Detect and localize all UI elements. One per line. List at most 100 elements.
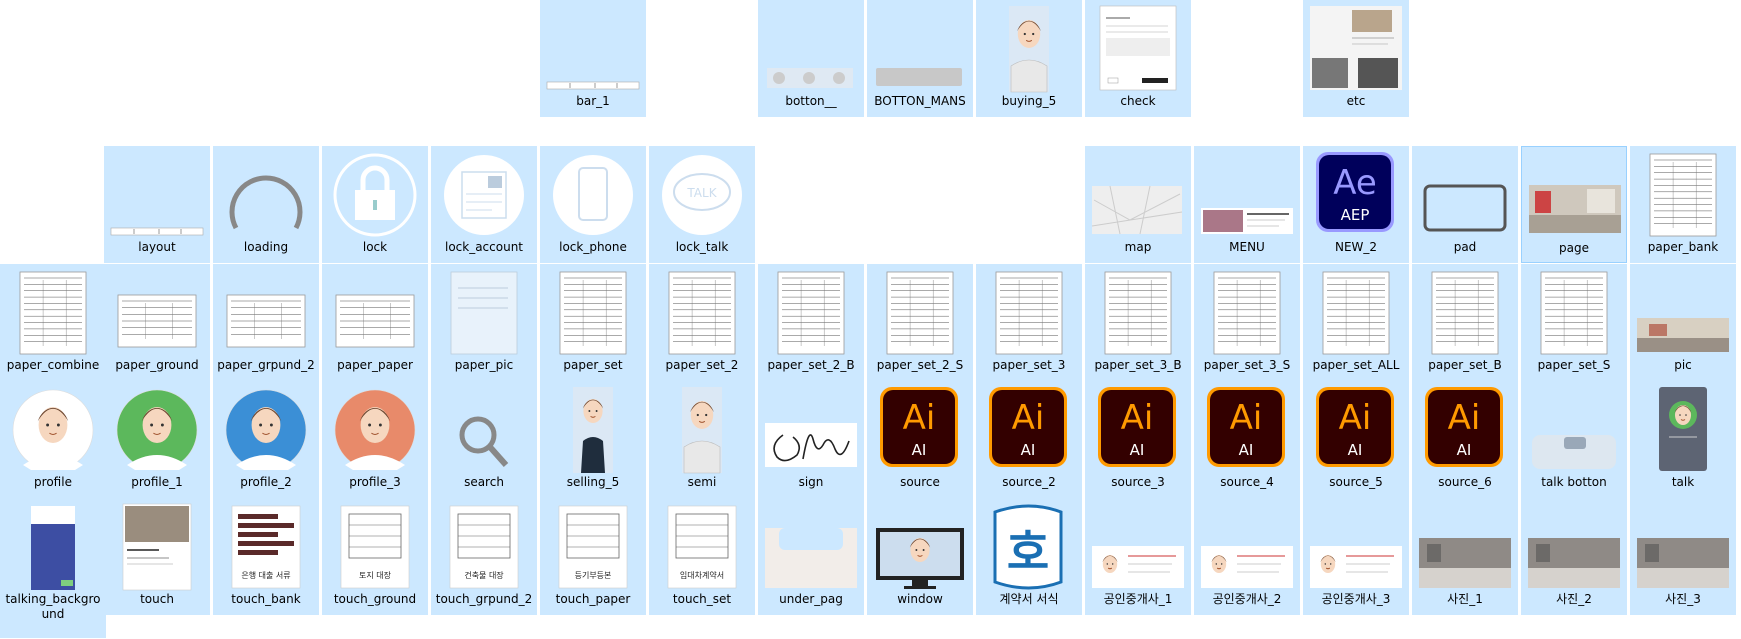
file-item[interactable]: MENU	[1194, 146, 1300, 263]
file-item[interactable]: paper_set_2_S	[867, 264, 973, 381]
file-item[interactable]: buying_5	[976, 0, 1082, 117]
file-item[interactable]: paper_set_2	[649, 264, 755, 381]
file-item[interactable]: paper_ground	[104, 264, 210, 381]
file-item[interactable]: paper_set_3_S	[1194, 264, 1300, 381]
file-item[interactable]: Ai AI source_3	[1085, 381, 1191, 498]
file-name-label: semi	[687, 475, 717, 489]
file-item[interactable]: TALK lock_talk	[649, 146, 755, 263]
file-item[interactable]: Ae AEP NEW_2	[1303, 146, 1409, 263]
file-thumbnail-icon	[1090, 150, 1186, 240]
file-thumbnail-icon	[5, 502, 101, 592]
file-item[interactable]: pad	[1412, 146, 1518, 263]
svg-text:호: 호	[1007, 525, 1049, 579]
file-item[interactable]: profile_1	[104, 381, 210, 498]
file-item[interactable]: 공인중개사_2	[1194, 498, 1300, 615]
file-item[interactable]: paper_combine	[0, 264, 106, 381]
file-thumbnail-icon	[1090, 4, 1186, 94]
file-item[interactable]: talk botton	[1521, 381, 1627, 498]
file-thumbnail-icon	[1199, 268, 1295, 358]
file-item[interactable]: window	[867, 498, 973, 615]
file-item[interactable]: lock_phone	[540, 146, 646, 263]
file-item[interactable]: 공인중개사_3	[1303, 498, 1409, 615]
file-item[interactable]: check	[1085, 0, 1191, 117]
file-name-label: pic	[1674, 358, 1692, 372]
svg-text:AI: AI	[1239, 441, 1254, 459]
file-name-label: source_5	[1329, 475, 1383, 489]
file-item[interactable]: Ai AI source_2	[976, 381, 1082, 498]
file-item[interactable]: 사진_1	[1412, 498, 1518, 615]
file-item[interactable]: search	[431, 381, 537, 498]
file-item[interactable]: profile_2	[213, 381, 319, 498]
file-item[interactable]: paper_paper	[322, 264, 428, 381]
file-thumbnail-icon	[109, 502, 205, 592]
file-thumbnail-icon	[436, 150, 532, 240]
file-item[interactable]: Ai AI source_6	[1412, 381, 1518, 498]
file-item[interactable]: loading	[213, 146, 319, 263]
svg-text:Ai: Ai	[1121, 398, 1154, 438]
file-item[interactable]: botton__	[758, 0, 864, 117]
file-item[interactable]: lock_account	[431, 146, 537, 263]
file-thumbnail-icon	[1635, 268, 1731, 358]
file-name-label: paper_grpund_2	[217, 358, 315, 372]
file-item[interactable]: layout	[104, 146, 210, 263]
svg-text:Ai: Ai	[1448, 398, 1481, 438]
file-item[interactable]: page	[1521, 146, 1627, 263]
file-item[interactable]: etc	[1303, 0, 1409, 117]
file-item[interactable]: talking_background	[0, 498, 106, 638]
file-item[interactable]: 사진_3	[1630, 498, 1736, 615]
file-item[interactable]: 은행 대출 서류 touch_bank	[213, 498, 319, 615]
file-item[interactable]: 임대차계약서 touch_set	[649, 498, 755, 615]
file-item[interactable]: Ai AI source_5	[1303, 381, 1409, 498]
file-item[interactable]: under_pag	[758, 498, 864, 615]
file-item[interactable]: paper_pic	[431, 264, 537, 381]
file-item[interactable]: talk	[1630, 381, 1736, 498]
file-item[interactable]: pic	[1630, 264, 1736, 381]
file-item[interactable]: paper_set_3_B	[1085, 264, 1191, 381]
file-item[interactable]: profile	[0, 381, 106, 498]
app-file-icon: Ai AI	[1090, 385, 1186, 475]
file-name-label: touch_bank	[231, 592, 301, 606]
file-thumbnail-icon	[545, 150, 641, 240]
file-item[interactable]: semi	[649, 381, 755, 498]
file-item[interactable]: bar_1	[540, 0, 646, 117]
file-thumbnail-icon	[1417, 268, 1513, 358]
file-thumbnail-icon	[763, 385, 859, 475]
file-item[interactable]: map	[1085, 146, 1191, 263]
file-item[interactable]: 사진_2	[1521, 498, 1627, 615]
file-item[interactable]: lock	[322, 146, 428, 263]
file-thumbnail-icon	[654, 268, 750, 358]
file-item[interactable]: Ai AI source_4	[1194, 381, 1300, 498]
file-name-label: window	[897, 592, 943, 606]
file-item[interactable]: sign	[758, 381, 864, 498]
file-thumbnail-icon	[981, 4, 1077, 94]
svg-text:AI: AI	[1130, 441, 1145, 459]
file-item[interactable]: 토지 대장 touch_ground	[322, 498, 428, 615]
file-item[interactable]: 건축물 대장 touch_grpund_2	[431, 498, 537, 615]
file-thumbnail-icon	[1308, 268, 1404, 358]
svg-text:Ae: Ae	[1333, 163, 1377, 203]
file-item[interactable]: profile_3	[322, 381, 428, 498]
file-item[interactable]: 공인중개사_1	[1085, 498, 1191, 615]
file-item[interactable]: touch	[104, 498, 210, 615]
file-thumbnail-icon	[763, 268, 859, 358]
file-item[interactable]: paper_set_S	[1521, 264, 1627, 381]
file-item[interactable]: 등기부등본 touch_paper	[540, 498, 646, 615]
file-item[interactable]: paper_set	[540, 264, 646, 381]
file-item[interactable]: paper_grpund_2	[213, 264, 319, 381]
file-item[interactable]: paper_set_ALL	[1303, 264, 1409, 381]
file-item[interactable]: 호 계약서 서식	[976, 498, 1082, 615]
file-thumbnail-icon	[1308, 4, 1404, 94]
file-name-label: lock_talk	[675, 240, 729, 254]
file-item[interactable]: paper_bank	[1630, 146, 1736, 263]
file-item[interactable]: Ai AI source	[867, 381, 973, 498]
file-item[interactable]: paper_set_B	[1412, 264, 1518, 381]
file-name-label: talking_background	[5, 592, 101, 621]
file-item[interactable]: paper_set_3	[976, 264, 1082, 381]
file-item[interactable]: paper_set_2_B	[758, 264, 864, 381]
file-item[interactable]: selling_5	[540, 381, 646, 498]
file-name-label: profile_1	[131, 475, 183, 489]
file-thumbnail-icon	[1417, 502, 1513, 592]
file-item[interactable]: BOTTON_MANS	[867, 0, 973, 117]
file-name-label: touch_ground	[333, 592, 417, 606]
app-file-icon: Ai AI	[1417, 385, 1513, 475]
